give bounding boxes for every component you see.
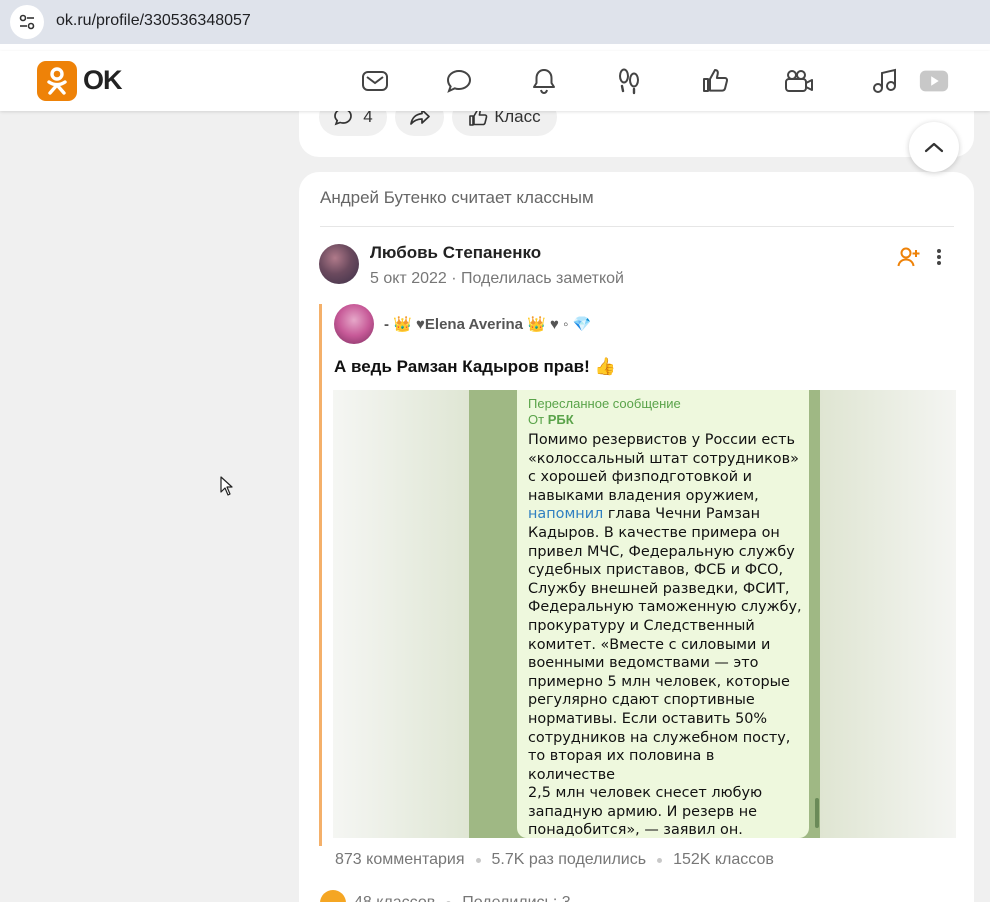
toolbar-divider [0,44,990,51]
forwarded-from: От РБК [528,412,574,427]
image-blur-left [333,390,469,838]
bell-icon[interactable] [528,65,560,97]
comments-stat[interactable]: 873 комментария [335,851,465,869]
like-icon[interactable] [699,65,731,97]
post-footer: 48 классов Поделились: 3 [320,890,571,902]
shares-stat[interactable]: 5.7K раз поделились [492,851,647,869]
activity-text[interactable]: Андрей Бутенко считает классным [320,188,594,208]
post-meta: 5 окт 2022 · Поделилась заметкой [370,270,624,287]
tune-icon[interactable] [10,5,44,39]
chevron-up-icon [924,141,944,153]
separator-dot [475,857,481,863]
footer-klasses[interactable]: 48 классов [354,894,435,902]
message-link: напомнил [528,506,604,523]
ok-logo-text[interactable]: OK [83,65,122,96]
image-blur-right [820,390,956,838]
site-header: OK [0,51,990,111]
forwarded-header: Пересланное сообщение От РБК [528,396,681,428]
avatar[interactable] [334,304,374,344]
quote-bar [319,304,322,846]
chat-icon[interactable] [444,65,476,97]
footprints-icon[interactable] [613,65,645,97]
post-image[interactable]: Пересланное сообщение От РБК Помимо резе… [333,390,956,838]
play-icon[interactable] [918,65,950,97]
mouse-cursor-icon [220,476,234,496]
avatar[interactable] [319,244,359,284]
video-camera-icon[interactable] [783,65,815,97]
image-scrollbar [815,798,819,828]
separator-dot [657,857,663,863]
post-stats: 873 комментария 5.7K раз поделились 152K… [335,851,774,869]
ok-logo-icon[interactable] [37,61,77,101]
url-text[interactable]: ok.ru/profile/330536348057 [56,12,251,30]
klasses-stat[interactable]: 152K классов [673,851,774,869]
forwarded-label: Пересланное сообщение [528,396,681,411]
message-text: Помимо резервистов у России есть «колосс… [528,432,802,838]
post-title: А ведь Рамзан Кадыров прав! 👍 [334,357,616,376]
footer-shared[interactable]: Поделились: 3 [462,894,570,902]
mail-icon[interactable] [359,65,391,97]
more-options-icon[interactable] [930,246,948,268]
author-name[interactable]: Любовь Степаненко [370,243,541,263]
browser-address-bar: ok.ru/profile/330536348057 [0,0,990,44]
divider [320,226,954,227]
add-friend-icon[interactable] [897,246,921,268]
quoted-author-name[interactable]: - 👑 ♥Elena Averina 👑 ♥ ◦ 💎 [384,315,591,333]
klass-badge-icon [320,890,346,902]
music-icon[interactable] [868,65,900,97]
scroll-to-top-button[interactable] [909,122,959,172]
